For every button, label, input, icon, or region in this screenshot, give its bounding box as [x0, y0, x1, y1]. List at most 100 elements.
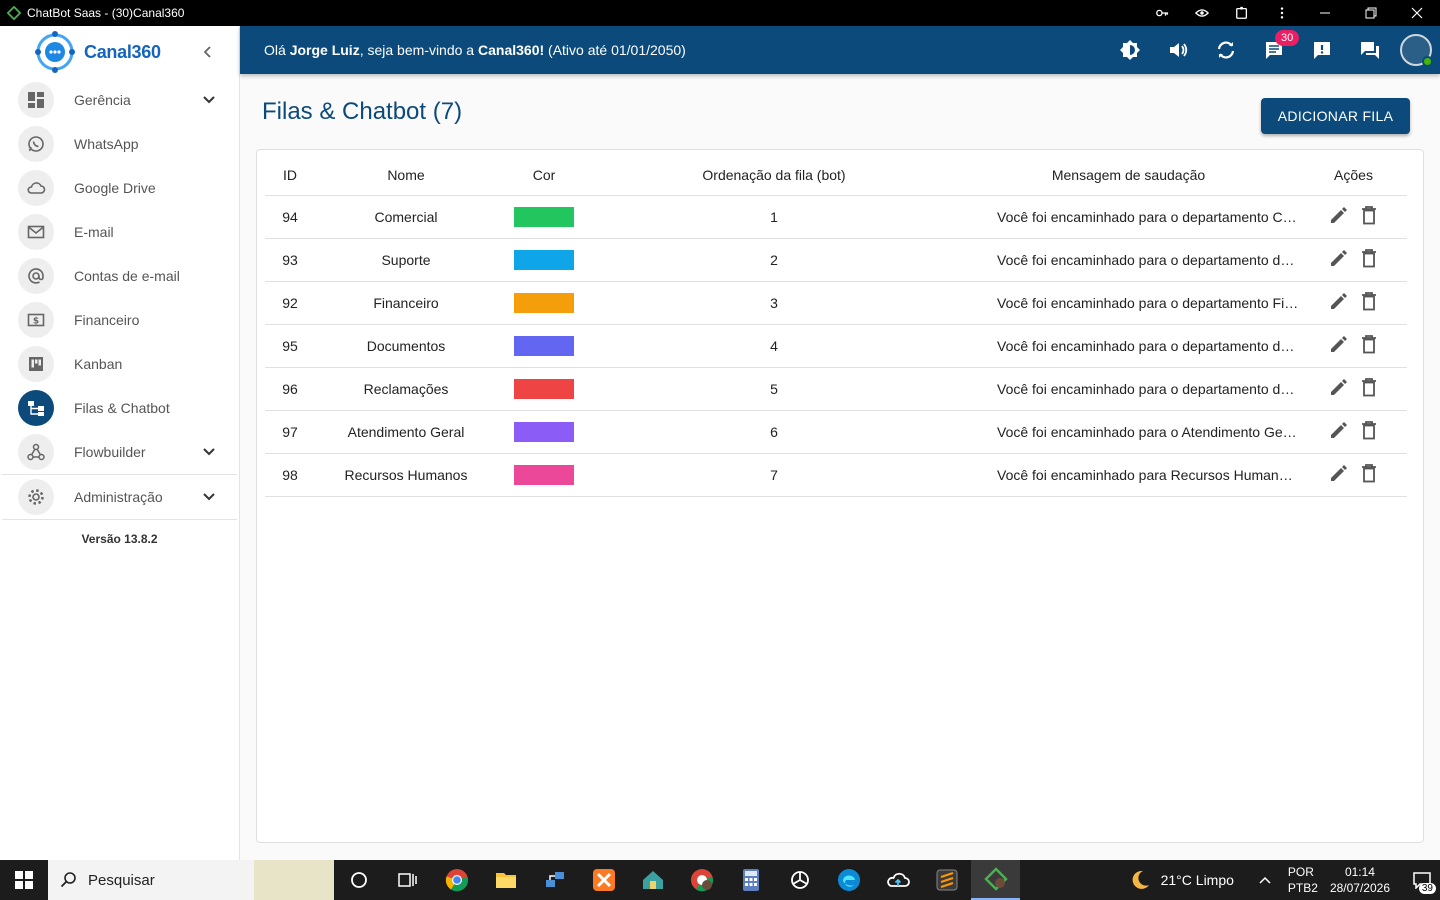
taskbar-app-network[interactable]	[530, 860, 579, 900]
collapse-sidebar-button[interactable]	[198, 42, 218, 62]
taskbar-app-onedrive[interactable]	[873, 860, 922, 900]
taskbar-app-xampp[interactable]	[579, 860, 628, 900]
brand-logo[interactable]: Canal360	[0, 26, 239, 78]
app-logo-icon	[7, 6, 21, 20]
sidebar-item-administracao[interactable]: Administração	[0, 475, 239, 519]
edit-icon[interactable]	[1328, 376, 1350, 398]
clock-time: 01:14	[1344, 865, 1375, 879]
edit-icon[interactable]	[1328, 247, 1350, 269]
delete-icon[interactable]	[1358, 290, 1380, 312]
more-vert-icon[interactable]	[1262, 0, 1302, 26]
forum-icon	[1361, 42, 1379, 59]
task-view-button[interactable]	[383, 860, 432, 900]
queue-id: 94	[265, 195, 315, 239]
start-button[interactable]	[0, 860, 48, 900]
sidebar-item-label: Contas de e-mail	[74, 268, 180, 284]
sidebar-item-google-drive[interactable]: Google Drive	[0, 166, 239, 210]
refresh-button[interactable]	[1202, 26, 1250, 74]
sidebar-item-contas-email[interactable]: Contas de e-mail	[0, 254, 239, 298]
column-header[interactable]: Ordenação da fila (bot)	[591, 156, 957, 196]
taskbar-app-chrome-profile[interactable]	[677, 860, 726, 900]
refresh-icon	[1217, 41, 1235, 59]
calculator-icon	[742, 869, 759, 891]
restore-icon[interactable]	[1348, 0, 1394, 26]
eye-icon[interactable]	[1182, 0, 1222, 26]
window-title: ChatBot Saas - (30)Canal360	[27, 6, 185, 20]
queue-name: Reclamações	[315, 367, 497, 411]
taskbar-app-homeserver[interactable]	[628, 860, 677, 900]
queue-color-swatch	[514, 378, 574, 399]
edit-icon[interactable]	[1328, 462, 1350, 484]
add-queue-button[interactable]: ADICIONAR FILA	[1261, 98, 1410, 134]
queue-name: Comercial	[315, 195, 497, 239]
edit-icon[interactable]	[1328, 204, 1350, 226]
extension-icon[interactable]	[1222, 0, 1262, 26]
weather-widget[interactable]: 21°C Limpo	[1129, 869, 1234, 891]
minimize-icon[interactable]	[1302, 0, 1348, 26]
column-header[interactable]: Cor	[497, 156, 591, 196]
delete-icon[interactable]	[1358, 419, 1380, 441]
taskbar-app-chatgpt[interactable]	[775, 860, 824, 900]
sidebar-item-email[interactable]: E-mail	[0, 210, 239, 254]
network-tool-icon	[545, 872, 564, 887]
greeting-message: Você foi encaminhado para o departamento…	[957, 281, 1300, 325]
column-header[interactable]: Mensagem de saudação	[957, 156, 1300, 196]
taskbar-app-sublime[interactable]	[922, 860, 971, 900]
queue-name: Atendimento Geral	[315, 410, 497, 454]
flow-icon	[18, 390, 54, 426]
theme-toggle-button[interactable]	[1106, 26, 1154, 74]
edit-icon[interactable]	[1328, 333, 1350, 355]
webhook-icon	[18, 434, 54, 470]
queue-id: 98	[265, 453, 315, 497]
volume-button[interactable]	[1154, 26, 1202, 74]
delete-icon[interactable]	[1358, 247, 1380, 269]
table-row: 95 Documentos 4 Você foi encaminhado para o…	[265, 324, 1407, 368]
taskbar-app-chrome[interactable]	[432, 860, 481, 900]
taskbar-app-calculator[interactable]	[726, 860, 775, 900]
queue-order: 2	[591, 238, 957, 282]
column-header[interactable]: ID	[265, 156, 315, 196]
queue-order: 5	[591, 367, 957, 411]
edit-icon[interactable]	[1328, 419, 1350, 441]
taskbar-app-explorer[interactable]	[481, 860, 530, 900]
close-icon[interactable]	[1394, 0, 1440, 26]
sidebar-item-flowbuilder[interactable]: Flowbuilder	[0, 430, 239, 474]
home-server-icon	[642, 871, 663, 889]
taskbar-search[interactable]: Pesquisar	[48, 860, 334, 900]
key-icon[interactable]	[1142, 0, 1182, 26]
delete-icon[interactable]	[1358, 376, 1380, 398]
delete-icon[interactable]	[1358, 333, 1380, 355]
delete-icon[interactable]	[1358, 462, 1380, 484]
app-version: Versão 13.8.2	[81, 532, 158, 546]
user-avatar[interactable]	[1400, 34, 1433, 67]
sidebar-item-label: E-mail	[74, 224, 114, 240]
notification-center-button[interactable]: 39	[1404, 860, 1440, 900]
queue-color-cell	[497, 410, 591, 454]
queue-color-cell	[497, 324, 591, 368]
announcements-button[interactable]	[1298, 26, 1346, 74]
sidebar-item-label: Administração	[74, 489, 163, 505]
queue-color-cell	[497, 238, 591, 282]
sidebar-item-whatsapp[interactable]: WhatsApp	[0, 122, 239, 166]
internal-chat-button[interactable]	[1346, 26, 1394, 74]
sidebar-item-kanban[interactable]: Kanban	[0, 342, 239, 386]
sidebar-item-gerencia[interactable]: Gerência	[0, 78, 239, 122]
language-indicator[interactable]: POR PTB2	[1288, 864, 1318, 896]
column-header[interactable]: Nome	[315, 156, 497, 196]
cortana-button[interactable]	[334, 860, 383, 900]
edit-icon[interactable]	[1328, 290, 1350, 312]
chevron-up-icon[interactable]	[1258, 873, 1272, 887]
sidebar-item-filas-chatbot[interactable]: Filas & Chatbot	[0, 386, 239, 430]
money-icon: $	[18, 302, 54, 338]
welcome-message: Olá Jorge Luiz, seja bem-vindo a Canal36…	[264, 42, 1106, 58]
messages-button[interactable]: 30	[1250, 26, 1300, 74]
taskbar-app-edge[interactable]	[824, 860, 873, 900]
row-actions	[1300, 281, 1407, 325]
delete-icon[interactable]	[1358, 204, 1380, 226]
taskbar-app-chatbot[interactable]	[971, 860, 1020, 900]
queue-name: Recursos Humanos	[315, 453, 497, 497]
search-placeholder: Pesquisar	[88, 871, 155, 889]
greeting-message: Você foi encaminhado para Recursos Human…	[957, 453, 1300, 497]
clock[interactable]: 01:14 28/07/2026	[1330, 864, 1390, 896]
sidebar-item-financeiro[interactable]: $ Financeiro	[0, 298, 239, 342]
